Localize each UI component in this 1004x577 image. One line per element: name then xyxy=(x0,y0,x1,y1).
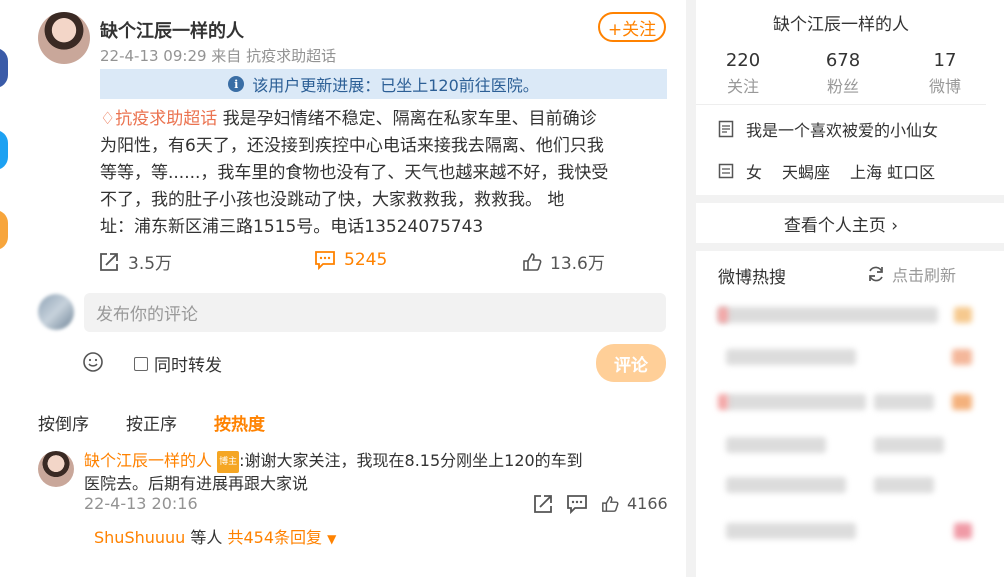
comment-body: 缺个江辰一样的人 博主:谢谢大家关注，我现在8.15分刚坐上120的车到 医院去… xyxy=(84,450,674,495)
like-button[interactable]: 13.6万 xyxy=(522,249,605,274)
edge-dot-blue xyxy=(0,48,8,88)
bio-text: 我是一个喜欢被爱的小仙女 xyxy=(746,121,939,140)
hot-item-3[interactable] xyxy=(726,394,866,410)
comment-button[interactable]: 5245 xyxy=(314,249,387,271)
hot-item-3-tag xyxy=(952,394,972,410)
edge-dot-cyan xyxy=(0,130,8,170)
repost-toggle[interactable]: 同时转发 xyxy=(134,351,222,376)
post-body-line4: 不了，我的肚子小孩也没跳动了快，大家救救我，救救我。 地 xyxy=(100,190,565,210)
thumbs-up-icon xyxy=(602,495,619,512)
post-body-line5: 址：浦东新区浦三路1515号。电话13524075743 xyxy=(100,217,484,237)
emoji-button[interactable] xyxy=(82,351,104,377)
refresh-label: 点击刷新 xyxy=(892,266,957,285)
hot-item-2[interactable] xyxy=(726,349,856,365)
hot-item-3b xyxy=(874,394,934,410)
document-icon xyxy=(718,120,734,138)
post-body-line2: 为阳性，有6天了，还没接到疾控中心电话来接我去隔离、他们只我 xyxy=(100,136,604,156)
submit-comment-button[interactable]: 评论 xyxy=(596,344,666,382)
sort-forward-tab[interactable]: 按正序 xyxy=(126,410,177,435)
like-count: 13.6万 xyxy=(550,254,605,274)
replies-count[interactable]: 共454条回复 xyxy=(227,528,322,547)
hot-item-1-mark xyxy=(718,307,728,323)
repost-checkbox[interactable] xyxy=(134,356,148,371)
caret-down-icon: ▼ xyxy=(327,532,337,546)
post-body: ♢抗疫求助超话 我是孕妇情绪不稳定、隔离在私家车里、目前确诊 为阳性，有6天了，… xyxy=(100,106,670,241)
view-profile-card[interactable]: 查看个人主页 › xyxy=(696,203,986,243)
share-icon xyxy=(534,495,552,513)
hot-title: 微博热搜 xyxy=(718,268,786,288)
edge-dot-orange xyxy=(0,210,8,250)
comment-count: 5245 xyxy=(344,250,388,270)
column-divider xyxy=(686,0,696,577)
comment-author[interactable]: 缺个江辰一样的人 xyxy=(84,451,212,470)
post-body-line1: 我是孕妇情绪不稳定、隔离在私家车里、目前确诊 xyxy=(217,109,597,129)
sort-hot-tab[interactable]: 按热度 xyxy=(214,410,265,435)
progress-notice: i 该用户更新进展：已坐上120前往医院。 xyxy=(100,69,667,99)
comment-time: 22-4-13 20:16 xyxy=(84,494,198,513)
replies-mid: 等人 xyxy=(185,528,228,547)
comment-text-line1: :谢谢大家关注，我现在8.15分刚坐上120的车到 xyxy=(239,451,583,470)
author-badge: 博主 xyxy=(217,451,240,473)
profile-gap xyxy=(696,195,1004,203)
fans-count[interactable]: 678 xyxy=(808,50,878,71)
post-meta: 22-4-13 09:29 来自 抗疫求助超话 xyxy=(100,47,337,65)
info-row: 女 天蝎座 上海 虹口区 xyxy=(718,159,935,183)
profile-divider xyxy=(696,104,986,105)
hot-item-6[interactable] xyxy=(726,523,856,539)
comment-text-line2: 医院去。后期有进展再跟大家说 xyxy=(84,474,309,493)
comment-input[interactable]: 发布你的评论 xyxy=(84,293,666,332)
hot-item-1-tag xyxy=(954,307,972,323)
refresh-button[interactable]: 点击刷新 xyxy=(866,262,956,286)
info-icon: i xyxy=(228,76,245,92)
comment-icon xyxy=(567,495,587,515)
fans-label: 粉丝 xyxy=(826,77,859,96)
topic-tag[interactable]: ♢抗疫求助超话 xyxy=(100,109,217,129)
refresh-icon xyxy=(869,266,883,282)
hot-gap xyxy=(696,243,1004,251)
smile-icon xyxy=(83,352,103,372)
notice-text: 该用户更新进展：已坐上120前往医院。 xyxy=(252,76,539,95)
post-body-line3: 等等，等......，我车里的食物也没有了、天气也越来越不好，我快受 xyxy=(100,163,609,183)
current-user-avatar xyxy=(38,294,74,330)
hot-item-5b xyxy=(874,477,934,493)
bio-row: 我是一个喜欢被爱的小仙女 xyxy=(718,117,938,141)
repost-icon xyxy=(100,252,118,271)
sort-reverse-tab[interactable]: 按倒序 xyxy=(38,410,89,435)
profile-card: 缺个江辰一样的人 220 关注 678 粉丝 17 微博 我是一个喜欢被爱的小仙… xyxy=(696,0,986,195)
author-name[interactable]: 缺个江辰一样的人 xyxy=(100,17,244,43)
follow-button[interactable]: +关注 xyxy=(598,12,666,42)
comment-icon xyxy=(315,251,335,271)
follow-label: 关注 xyxy=(726,77,759,96)
repost-toggle-label: 同时转发 xyxy=(154,356,222,376)
id-card-icon xyxy=(718,163,734,179)
profile-name[interactable]: 缺个江辰一样的人 xyxy=(696,10,986,35)
comment-like-count: 4166 xyxy=(627,494,668,513)
hot-item-5[interactable] xyxy=(726,477,846,493)
follow-count[interactable]: 220 xyxy=(708,50,778,71)
comment-avatar[interactable] xyxy=(38,451,74,487)
author-avatar[interactable] xyxy=(38,12,90,64)
view-profile-link[interactable]: 查看个人主页 › xyxy=(696,211,986,236)
hot-item-1[interactable] xyxy=(718,307,938,323)
zodiac: 天蝎座 xyxy=(782,163,831,182)
thumbs-up-icon xyxy=(523,252,542,271)
gender: 女 xyxy=(746,163,763,182)
comment-share-button[interactable] xyxy=(532,493,554,519)
replies-user[interactable]: ShuShuuuu xyxy=(94,528,185,547)
replies-link[interactable]: ShuShuuuu 等人 共454条回复 ▼ xyxy=(94,524,336,548)
hot-item-3-mark xyxy=(718,394,728,410)
repost-button[interactable]: 3.5万 xyxy=(98,249,172,274)
hot-item-6-tag xyxy=(954,523,972,539)
hot-item-4[interactable] xyxy=(726,437,826,453)
comment-reply-button[interactable] xyxy=(566,493,588,519)
weibo-label: 微博 xyxy=(928,77,961,96)
comment-like-button[interactable]: 4166 xyxy=(601,494,668,513)
weibo-count[interactable]: 17 xyxy=(910,50,980,71)
hot-item-2-tag xyxy=(952,349,972,365)
hot-search-card: 微博热搜 点击刷新 xyxy=(696,251,986,551)
repost-count: 3.5万 xyxy=(128,254,173,274)
location: 上海 虹口区 xyxy=(850,163,936,182)
hot-item-4b xyxy=(874,437,944,453)
